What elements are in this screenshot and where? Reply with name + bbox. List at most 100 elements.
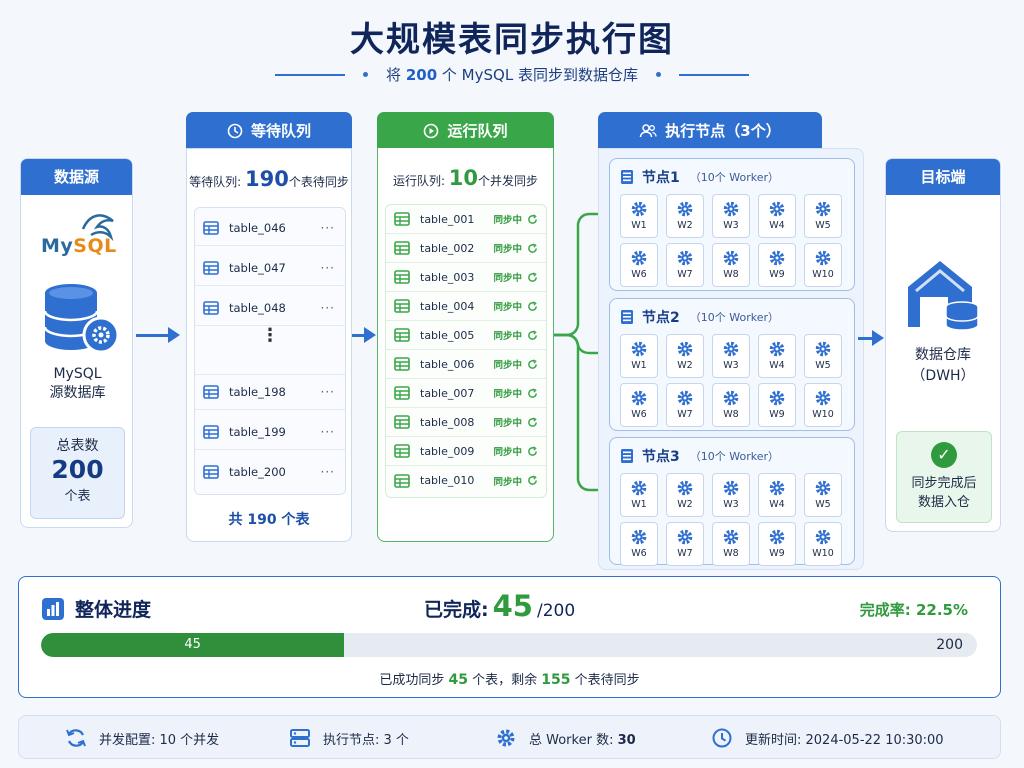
table-icon bbox=[394, 473, 410, 488]
list-item[interactable]: table_005 同步中 bbox=[386, 321, 546, 350]
status-badge: 同步中 bbox=[493, 360, 522, 371]
subtitle-right-dot bbox=[655, 72, 661, 77]
table-icon bbox=[203, 300, 219, 315]
table-icon bbox=[203, 220, 219, 235]
worker-9[interactable]: W9 bbox=[758, 522, 796, 566]
source-panel: 数据源 MySQL MySQL 源数据库 总表数 200 个表 bbox=[20, 158, 133, 528]
status-badge: 同步中 bbox=[493, 389, 522, 400]
check-icon: ✓ bbox=[931, 442, 957, 468]
more-icon[interactable]: ··· bbox=[321, 385, 335, 399]
worker-3[interactable]: W3 bbox=[712, 194, 750, 238]
worker-2[interactable]: W2 bbox=[666, 194, 704, 238]
subtitle-left-line bbox=[275, 73, 346, 76]
gear-icon bbox=[769, 341, 785, 357]
gear-icon bbox=[631, 201, 647, 217]
gear-icon bbox=[815, 250, 831, 266]
list-item[interactable]: table_047 ··· bbox=[195, 250, 345, 286]
gear-icon bbox=[723, 390, 739, 406]
list-item[interactable]: table_004 同步中 bbox=[386, 292, 546, 321]
node-card-1: 节点1 （10个 Worker） W1 W2 W3 W4 W5 W6 W7 W8 W9 W10 bbox=[609, 158, 855, 291]
worker-3[interactable]: W3 bbox=[712, 473, 750, 517]
worker-2[interactable]: W2 bbox=[666, 473, 704, 517]
worker-8[interactable]: W8 bbox=[712, 243, 750, 287]
clock-icon bbox=[227, 123, 243, 139]
server-icon bbox=[290, 729, 310, 747]
worker-8[interactable]: W8 bbox=[712, 522, 750, 566]
play-icon bbox=[424, 123, 439, 139]
worker-7[interactable]: W7 bbox=[666, 383, 704, 427]
worker-10[interactable]: W10 bbox=[804, 243, 842, 287]
list-item[interactable]: table_046 ··· bbox=[195, 210, 345, 246]
list-item[interactable]: table_199 ··· bbox=[195, 414, 345, 450]
list-item[interactable]: table_009 同步中 bbox=[386, 437, 546, 466]
list-item[interactable]: table_010 同步中 bbox=[386, 466, 546, 495]
server-icon bbox=[621, 310, 633, 324]
more-icon[interactable]: ··· bbox=[321, 301, 335, 315]
worker-9[interactable]: W9 bbox=[758, 383, 796, 427]
worker-7[interactable]: W7 bbox=[666, 243, 704, 287]
running-caption: 运行队列: 10个并发同步 bbox=[392, 166, 539, 190]
node-title: 节点1 （10个 Worker） bbox=[620, 167, 779, 187]
node-title: 节点3 （10个 Worker） bbox=[620, 446, 779, 466]
refresh-icon bbox=[528, 242, 537, 253]
worker-1[interactable]: W1 bbox=[620, 194, 658, 238]
warehouse-icon bbox=[908, 261, 979, 331]
list-item[interactable]: table_198 ··· bbox=[195, 374, 345, 410]
worker-4[interactable]: W4 bbox=[758, 473, 796, 517]
target-done-box: ✓ 同步完成后 数据入仓 bbox=[896, 431, 992, 523]
worker-8[interactable]: W8 bbox=[712, 383, 750, 427]
worker-4[interactable]: W4 bbox=[758, 334, 796, 378]
list-item[interactable]: table_007 同步中 bbox=[386, 379, 546, 408]
worker-10[interactable]: W10 bbox=[804, 383, 842, 427]
table-icon bbox=[203, 385, 219, 399]
worker-7[interactable]: W7 bbox=[666, 522, 704, 566]
worker-1[interactable]: W1 bbox=[620, 334, 658, 378]
worker-10[interactable]: W10 bbox=[804, 522, 842, 566]
total-tables-value: 200 bbox=[51, 455, 104, 484]
worker-6[interactable]: W6 bbox=[620, 243, 658, 287]
worker-5[interactable]: W5 bbox=[804, 194, 842, 238]
worker-2[interactable]: W2 bbox=[666, 334, 704, 378]
worker-6[interactable]: W6 bbox=[620, 522, 658, 566]
waiting-list: table_046 ··· table_047 ··· table_048 ··· ⋮… bbox=[194, 207, 346, 495]
gear-icon bbox=[677, 250, 693, 266]
list-item[interactable]: table_002 同步中 bbox=[386, 234, 546, 263]
status-badge: 同步中 bbox=[493, 244, 522, 255]
list-item[interactable]: table_008 同步中 bbox=[386, 408, 546, 437]
list-item[interactable]: table_001 同步中 bbox=[386, 205, 546, 234]
gear-icon bbox=[769, 201, 785, 217]
worker-5[interactable]: W5 bbox=[804, 473, 842, 517]
more-icon[interactable]: ··· bbox=[321, 261, 335, 275]
bar-chart-icon bbox=[42, 597, 64, 620]
worker-5[interactable]: W5 bbox=[804, 334, 842, 378]
gear-icon bbox=[815, 201, 831, 217]
progress-bar-max: 200 bbox=[936, 637, 963, 653]
list-item[interactable]: table_003 同步中 bbox=[386, 263, 546, 292]
gear-icon bbox=[631, 529, 647, 545]
source-name: MySQL 源数据库 bbox=[49, 366, 106, 401]
total-tables-box: 总表数 200 个表 bbox=[30, 427, 125, 519]
target-header: 目标端 bbox=[886, 159, 1000, 195]
gear-icon bbox=[677, 341, 693, 357]
list-item[interactable]: table_048 ··· bbox=[195, 290, 345, 326]
nodes-to-target-arrow bbox=[858, 330, 884, 346]
running-list: table_001 同步中 table_002 同步中 table_003 同步中 tabl… bbox=[385, 204, 547, 498]
list-item[interactable]: table_200 ··· bbox=[195, 454, 345, 490]
footer-workers: 总 Worker 数: 30 bbox=[495, 716, 636, 760]
worker-4[interactable]: W4 bbox=[758, 194, 796, 238]
node-card-2: 节点2 （10个 Worker） W1 W2 W3 W4 W5 W6 W7 W8 W9 W10 bbox=[609, 298, 855, 431]
gear-icon bbox=[631, 390, 647, 406]
more-icon[interactable]: ··· bbox=[321, 465, 335, 479]
table-icon bbox=[394, 270, 410, 284]
worker-3[interactable]: W3 bbox=[712, 334, 750, 378]
worker-6[interactable]: W6 bbox=[620, 383, 658, 427]
progress-panel: 整体进度 已完成: 45/200 完成率: 22.5% 45 200 已成功同步 … bbox=[18, 576, 1001, 698]
more-icon[interactable]: ··· bbox=[321, 221, 335, 235]
worker-1[interactable]: W1 bbox=[620, 473, 658, 517]
waiting-queue-panel: 等待队列: 190个表待同步 table_046 ··· table_047 ···… bbox=[186, 148, 352, 542]
worker-9[interactable]: W9 bbox=[758, 243, 796, 287]
list-item[interactable]: table_006 同步中 bbox=[386, 350, 546, 379]
refresh-icon bbox=[528, 329, 537, 340]
more-icon[interactable]: ··· bbox=[321, 425, 335, 439]
table-icon bbox=[394, 386, 410, 400]
